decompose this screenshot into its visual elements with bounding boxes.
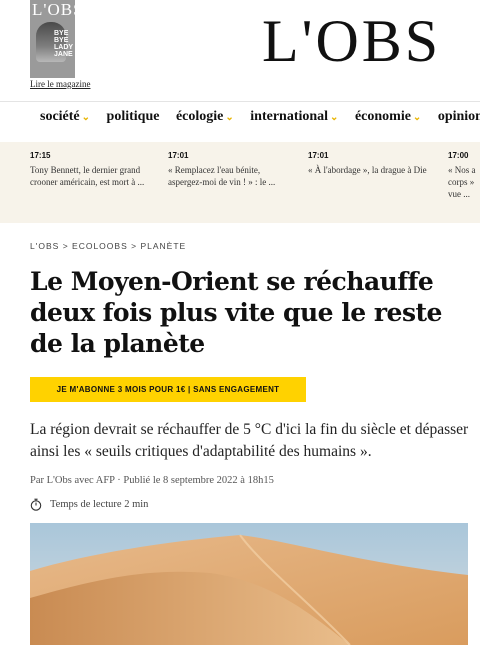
main-nav: société ⌄ politique écologie ⌄ internation… [40, 109, 480, 125]
article-byline: Par L'Obs avec AFP · Publié le 8 septemb… [30, 475, 274, 486]
live-feed-item[interactable]: 17:00 « Nos a corps » vue ... [448, 150, 480, 200]
live-feed: 17:15 Tony Bennett, le dernier grand cro… [0, 142, 480, 223]
live-feed-time: 17:00 [448, 151, 469, 160]
live-feed-item[interactable]: 17:01 « À l'abordage », la drague à Die [308, 150, 433, 176]
reading-time-label: Temps de lecture 2 min [50, 499, 149, 510]
nav-item-opinions[interactable]: opinions⌄ [438, 109, 480, 125]
article-lead: La région devrait se réchauffer de 5 °C … [30, 421, 469, 460]
site-logo[interactable]: L'OBS [262, 10, 441, 72]
live-feed-text: « Nos a corps » vue ... [448, 165, 476, 199]
nav-label: économie [354, 109, 411, 124]
article-title: Le Moyen-Orient se réchauffe deux fois p… [30, 267, 442, 358]
read-magazine-link[interactable]: Lire le magazine [30, 79, 90, 89]
breadcrumb-separator: > [62, 241, 69, 251]
breadcrumb-section[interactable]: ECOLOOBS [72, 241, 128, 251]
chevron-down-icon: ⌄ [225, 112, 234, 123]
nav-label: politique [106, 109, 160, 124]
nav-item-economie[interactable]: économie ⌄ [355, 109, 421, 125]
nav-item-societe[interactable]: société ⌄ [40, 109, 90, 125]
cover-headline: BYE BYE LADY JANE [54, 30, 73, 58]
live-feed-text: « À l'abordage », la drague à Die [308, 165, 427, 175]
desert-dunes-photo [30, 523, 468, 645]
nav-item-politique[interactable]: politique [107, 109, 160, 125]
magazine-cover[interactable]: L'OBS BYE BYE LADY JANE [30, 0, 75, 78]
live-feed-text: Tony Bennett, le dernier grand crooner a… [30, 165, 145, 187]
live-feed-time: 17:01 [168, 151, 189, 160]
live-feed-time: 17:15 [30, 151, 51, 160]
header-divider [0, 101, 480, 102]
cover-masthead: L'OBS [32, 0, 75, 19]
chevron-down-icon: ⌄ [81, 112, 91, 123]
hero-image [30, 523, 468, 645]
breadcrumb-separator: > [131, 241, 138, 251]
subscribe-button[interactable]: JE M'ABONNE 3 MOIS POUR 1€ | SANS ENGAGE… [30, 377, 306, 402]
live-feed-text: « Remplacez l'eau bénite, aspergez-moi d… [168, 165, 276, 187]
chevron-down-icon: ⌄ [330, 112, 339, 123]
nav-item-international[interactable]: international ⌄ [250, 109, 338, 125]
live-feed-item[interactable]: 17:01 « Remplacez l'eau bénite, aspergez… [168, 150, 293, 188]
stopwatch-icon [30, 498, 42, 511]
reading-time: Temps de lecture 2 min [30, 498, 148, 511]
nav-label: opinions [437, 109, 480, 124]
live-feed-time: 17:01 [308, 151, 329, 160]
nav-item-ecologie[interactable]: écologie ⌄ [176, 109, 234, 125]
nav-label: international [250, 109, 329, 124]
breadcrumb-subsection[interactable]: PLANÈTE [140, 241, 186, 251]
chevron-down-icon: ⌄ [412, 112, 422, 123]
breadcrumb: L'OBS > ECOLOOBS > PLANÈTE [30, 241, 186, 251]
breadcrumb-home[interactable]: L'OBS [30, 241, 59, 251]
nav-label: écologie [175, 109, 224, 124]
live-feed-item[interactable]: 17:15 Tony Bennett, le dernier grand cro… [30, 150, 155, 188]
nav-label: société [40, 109, 80, 124]
